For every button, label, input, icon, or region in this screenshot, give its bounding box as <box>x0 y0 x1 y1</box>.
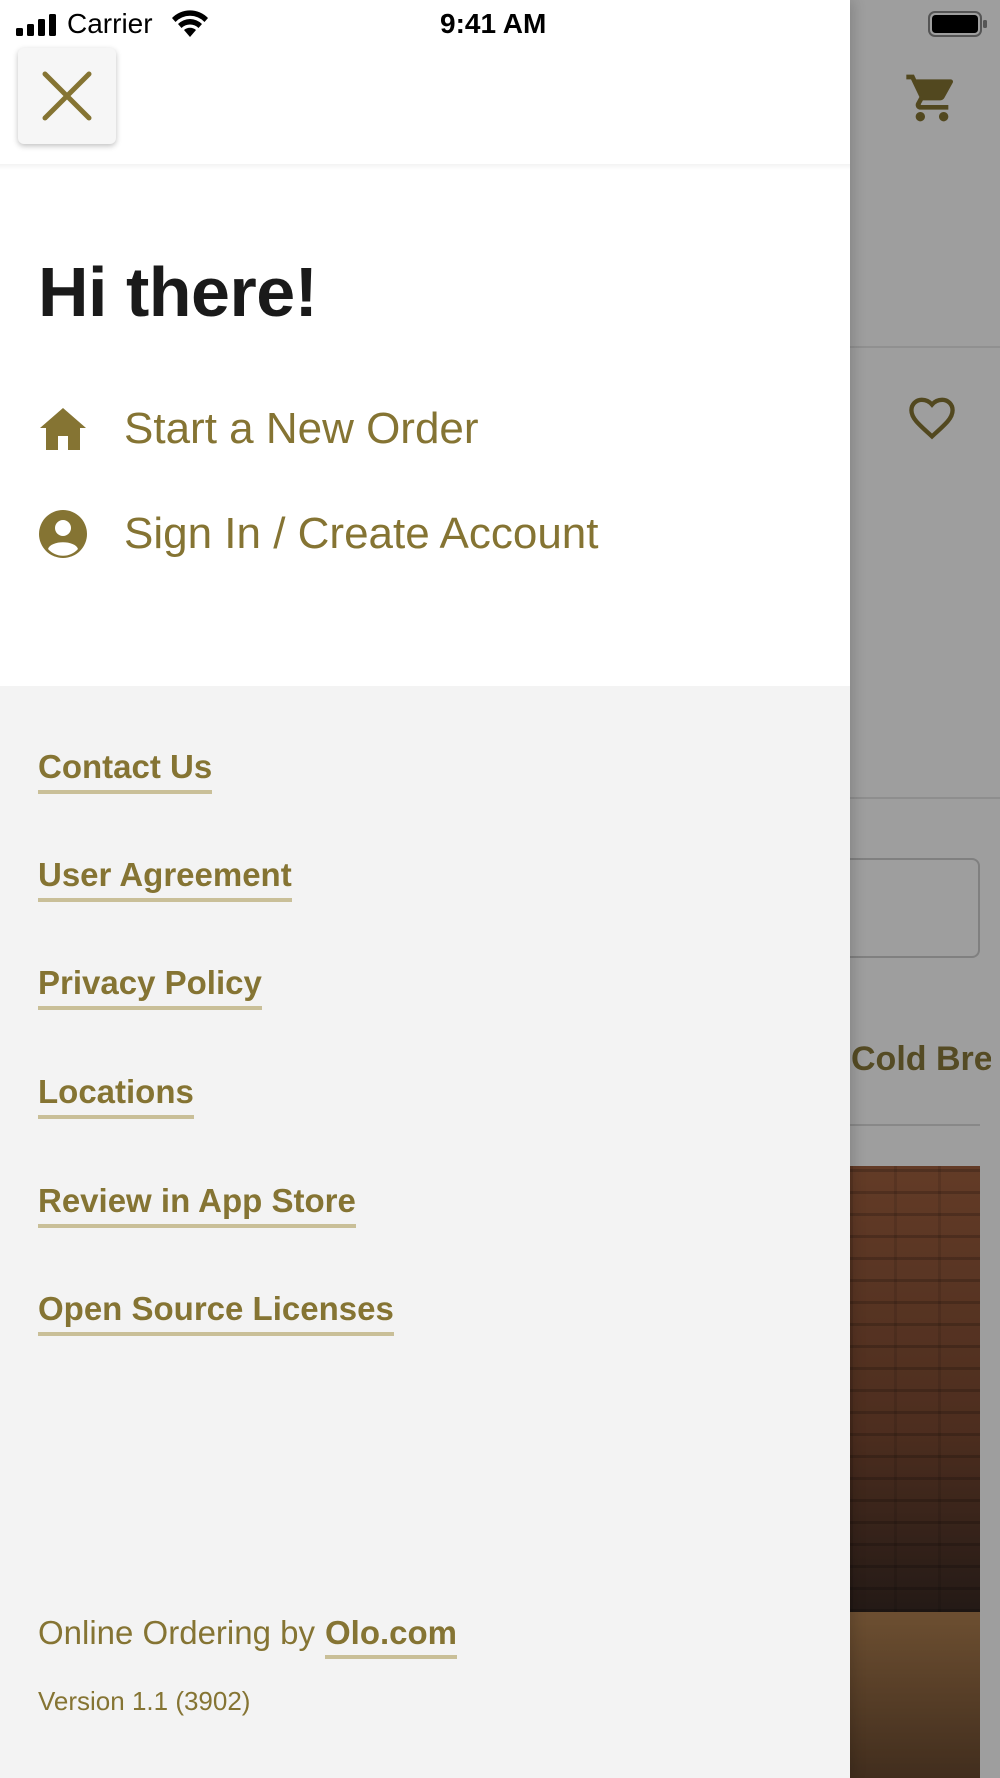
sign-in-item[interactable]: Sign In / Create Account <box>38 509 599 559</box>
olo-link[interactable]: Olo.com <box>324 1614 458 1659</box>
open-source-licenses-link[interactable]: Open Source Licenses <box>38 1290 394 1336</box>
close-button[interactable] <box>18 48 116 144</box>
start-new-order-label: Start a New Order <box>124 404 479 453</box>
signal-icon <box>16 14 56 36</box>
start-new-order-item[interactable]: Start a New Order <box>38 404 479 454</box>
user-agreement-link[interactable]: User Agreement <box>38 856 292 902</box>
side-drawer: Hi there! Start a New Order Sign In / Cr… <box>0 0 850 1778</box>
clock: 9:41 AM <box>440 8 547 39</box>
carrier-label: Carrier <box>67 8 153 39</box>
review-app-store-link[interactable]: Review in App Store <box>38 1182 356 1228</box>
home-icon <box>38 404 88 454</box>
locations-link[interactable]: Locations <box>38 1073 194 1119</box>
battery-icon <box>928 11 987 37</box>
greeting-title: Hi there! <box>38 253 318 331</box>
version-label: Version 1.1 (3902) <box>38 1686 251 1716</box>
status-bar: Carrier 9:41 AM <box>0 0 1000 50</box>
user-circle-icon <box>38 509 88 559</box>
powered-by-footer: Online Ordering by Olo.com <box>38 1614 458 1659</box>
wifi-icon <box>172 10 208 37</box>
contact-us-link[interactable]: Contact Us <box>38 748 213 794</box>
drawer-top-section <box>0 0 850 686</box>
powered-by-text: Online Ordering by <box>38 1614 315 1651</box>
close-icon <box>42 71 92 121</box>
drawer-header-separator <box>0 164 850 170</box>
sign-in-label: Sign In / Create Account <box>124 509 599 558</box>
privacy-policy-link[interactable]: Privacy Policy <box>38 964 262 1010</box>
